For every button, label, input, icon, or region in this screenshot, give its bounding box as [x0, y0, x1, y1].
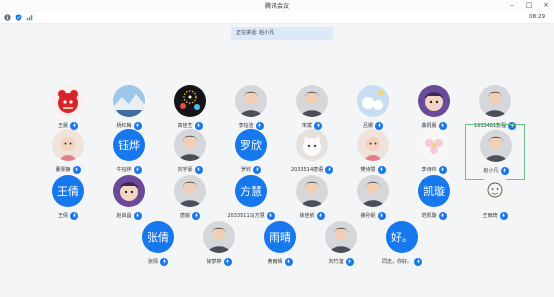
participant-tile[interactable]: 好。同志，你好。 [372, 216, 432, 272]
security-shield-icon[interactable] [15, 14, 22, 21]
participant-avatar [479, 175, 511, 207]
participant-name-row: 同志，你好。 [372, 257, 432, 266]
participant-name: 王倩 [57, 213, 68, 219]
participant-name: 王雨琦 [482, 213, 498, 219]
microphone-icon [160, 257, 168, 266]
meeting-status-bar: 08:29 [0, 12, 554, 24]
participant-avatar: 好。 [386, 221, 418, 253]
participant-avatar: 钰烨 [113, 129, 145, 161]
participant-avatar [296, 175, 328, 207]
participant-avatar [418, 85, 450, 117]
window-controls: – □ × [508, 1, 550, 9]
participant-tile[interactable]: 雨晴 黄雨晴 [250, 216, 310, 272]
participant-avatar [325, 221, 357, 253]
info-icon[interactable] [4, 14, 11, 21]
minimize-icon[interactable]: – [508, 1, 516, 9]
participant-tile[interactable]: 王倩 王倩 [38, 170, 98, 226]
microphone-icon [70, 211, 78, 220]
meeting-clock: 08:29 [529, 14, 545, 20]
window-title: 腾讯会议 [264, 3, 289, 10]
participant-avatar [357, 85, 389, 117]
participant-name-row: 王雨琦 [465, 211, 525, 220]
participant-name-row: 刘竹滢 [311, 257, 371, 266]
participant-name: 张倩 [147, 259, 158, 265]
participant-avatar: 雨晴 [264, 221, 296, 253]
participant-avatar [479, 85, 511, 117]
close-icon[interactable]: × [542, 1, 550, 9]
microphone-icon [438, 211, 447, 220]
participant-avatar [480, 130, 512, 162]
microphone-icon [284, 257, 293, 266]
participant-avatar [235, 85, 267, 117]
microphone-icon [414, 257, 422, 266]
signal-strength-icon[interactable] [26, 14, 33, 21]
participant-avatar: 罗欣 [235, 129, 267, 161]
microphone-icon [223, 257, 232, 266]
window-titlebar: 腾讯会议 – □ × [0, 0, 554, 12]
speaking-indicator: 正在讲话: 赵小凡 [231, 27, 333, 40]
participant-tile[interactable]: 张倩 张倩 [128, 216, 188, 272]
participant-name-row: 王倩 [38, 211, 98, 220]
participant-name-row: 黄雨晴 [250, 257, 310, 266]
participant-name: 刘竹滢 [328, 259, 344, 265]
participant-avatar [296, 85, 328, 117]
participant-name: 徐梦婷 [206, 259, 222, 265]
participant-tile[interactable]: 王雨琦 [465, 170, 525, 226]
participant-name: 同志，你好。 [381, 259, 412, 265]
participant-avatar [174, 85, 206, 117]
maximize-icon[interactable]: □ [525, 1, 533, 9]
participant-avatar [52, 129, 84, 161]
participant-avatar [296, 129, 328, 161]
participant-avatar: 王倩 [52, 175, 84, 207]
participant-avatar: 凯璇 [418, 175, 450, 207]
participant-name-row: 张倩 [128, 257, 188, 266]
participant-name: 黄雨晴 [267, 259, 283, 265]
participant-avatar [113, 85, 145, 117]
participant-avatar: 张倩 [142, 221, 174, 253]
microphone-icon [345, 257, 354, 266]
participant-avatar [174, 175, 206, 207]
participant-avatar [174, 129, 206, 161]
participant-avatar: 方慧 [235, 175, 267, 207]
participant-avatar [418, 129, 450, 161]
participant-avatar [357, 129, 389, 161]
participant-avatar [357, 175, 389, 207]
participant-avatar [52, 85, 84, 117]
microphone-icon [499, 211, 508, 220]
participant-avatar [203, 221, 235, 253]
participant-avatar [113, 175, 145, 207]
participant-tile[interactable]: 刘竹滢 [311, 216, 371, 272]
participant-name-row: 徐梦婷 [189, 257, 249, 266]
participant-tile[interactable]: 徐梦婷 [189, 216, 249, 272]
